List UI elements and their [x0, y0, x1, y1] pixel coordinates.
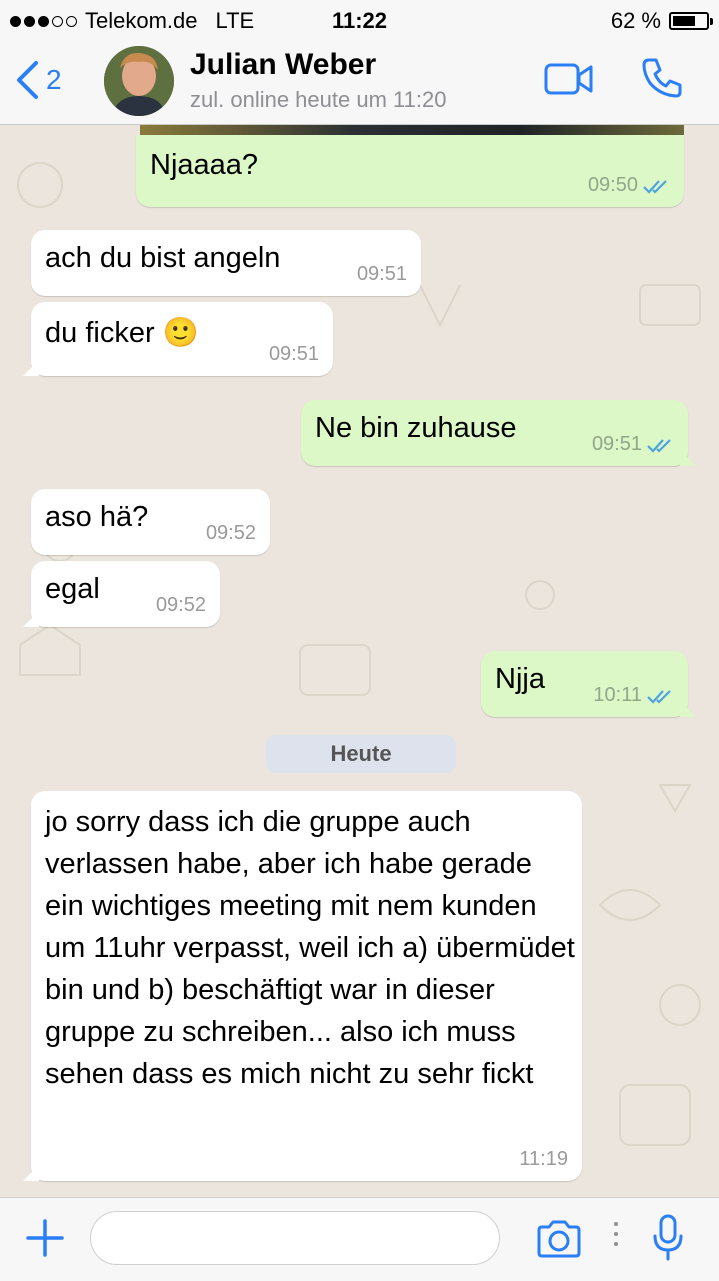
read-receipt-icon [643, 179, 667, 194]
message-meta: 10:11 [593, 684, 674, 707]
message-meta: 09:51 [592, 433, 674, 456]
back-button[interactable]: 2 [14, 60, 62, 100]
message-incoming[interactable]: jo sorry dass ich die gruppe auch verlas… [23, 791, 582, 1181]
camera-icon [537, 1220, 581, 1258]
message-text: egal [45, 573, 100, 605]
message-incoming[interactable]: ach du bist angeln 09:51 [31, 230, 421, 296]
message-text: Njaaaa? [150, 149, 259, 181]
message-incoming[interactable]: egal 09:52 [23, 561, 220, 627]
chat-header: 2 Julian Weber zul. online heute um 11:2… [0, 40, 719, 125]
message-time: 09:52 [155, 594, 206, 616]
plus-icon [26, 1219, 64, 1257]
back-chevron-icon [17, 61, 38, 99]
contact-name[interactable]: Julian Weber [190, 48, 376, 82]
read-receipt-icon [647, 689, 671, 704]
message-time: 09:52 [205, 522, 256, 544]
message-time: 09:51 [591, 433, 642, 455]
message-time: 09:51 [268, 343, 319, 365]
battery-indicator: 62 % [610, 8, 713, 34]
message-outgoing[interactable]: Njaaaa? 09:50 [136, 135, 684, 207]
camera-button[interactable] [536, 1220, 582, 1263]
attach-button[interactable] [25, 1218, 65, 1263]
battery-icon [669, 12, 713, 30]
contact-last-seen: zul. online heute um 11:20 [190, 87, 447, 112]
battery-percent: 62 % [610, 8, 661, 33]
unread-count: 2 [46, 64, 62, 95]
date-separator: Heute [266, 735, 456, 773]
avatar-photo [104, 46, 174, 116]
chat-area[interactable]: Njaaaa? 09:50 ach du bist angeln 09:51 d… [0, 125, 719, 1197]
read-receipt-icon [647, 438, 671, 453]
message-text: aso hä? [45, 501, 149, 533]
message-time: 11:19 [519, 1148, 568, 1170]
video-call-button[interactable] [544, 62, 594, 101]
message-text: jo sorry dass ich die gruppe auch verlas… [45, 806, 575, 1090]
microphone-icon [653, 1214, 683, 1261]
message-time: 10:11 [593, 684, 642, 706]
video-call-icon [544, 63, 593, 95]
message-text: ach du bist angeln [45, 242, 281, 274]
message-input-bar [0, 1197, 719, 1281]
status-bar: Telekom.de LTE 11:22 62 % [0, 0, 719, 40]
message-text: Ne bin zuhause [315, 412, 517, 444]
voice-call-button[interactable] [640, 56, 684, 105]
message-incoming[interactable]: aso hä? 09:52 [31, 489, 270, 555]
message-input[interactable] [90, 1211, 500, 1265]
voice-message-button[interactable] [652, 1214, 684, 1267]
more-icon[interactable] [614, 1222, 618, 1246]
message-time: 09:50 [587, 174, 638, 196]
phone-icon [642, 58, 682, 98]
message-meta: 09:50 [588, 174, 670, 197]
message-text: du ficker 🙂 [45, 317, 199, 349]
message-time: 09:51 [356, 263, 407, 285]
message-text: Njja [495, 663, 545, 695]
message-outgoing[interactable]: Njja 10:11 [481, 651, 696, 717]
message-outgoing[interactable]: Ne bin zuhause 09:51 [301, 400, 696, 466]
message-incoming[interactable]: du ficker 🙂 09:51 [23, 302, 333, 376]
avatar[interactable] [104, 46, 174, 116]
